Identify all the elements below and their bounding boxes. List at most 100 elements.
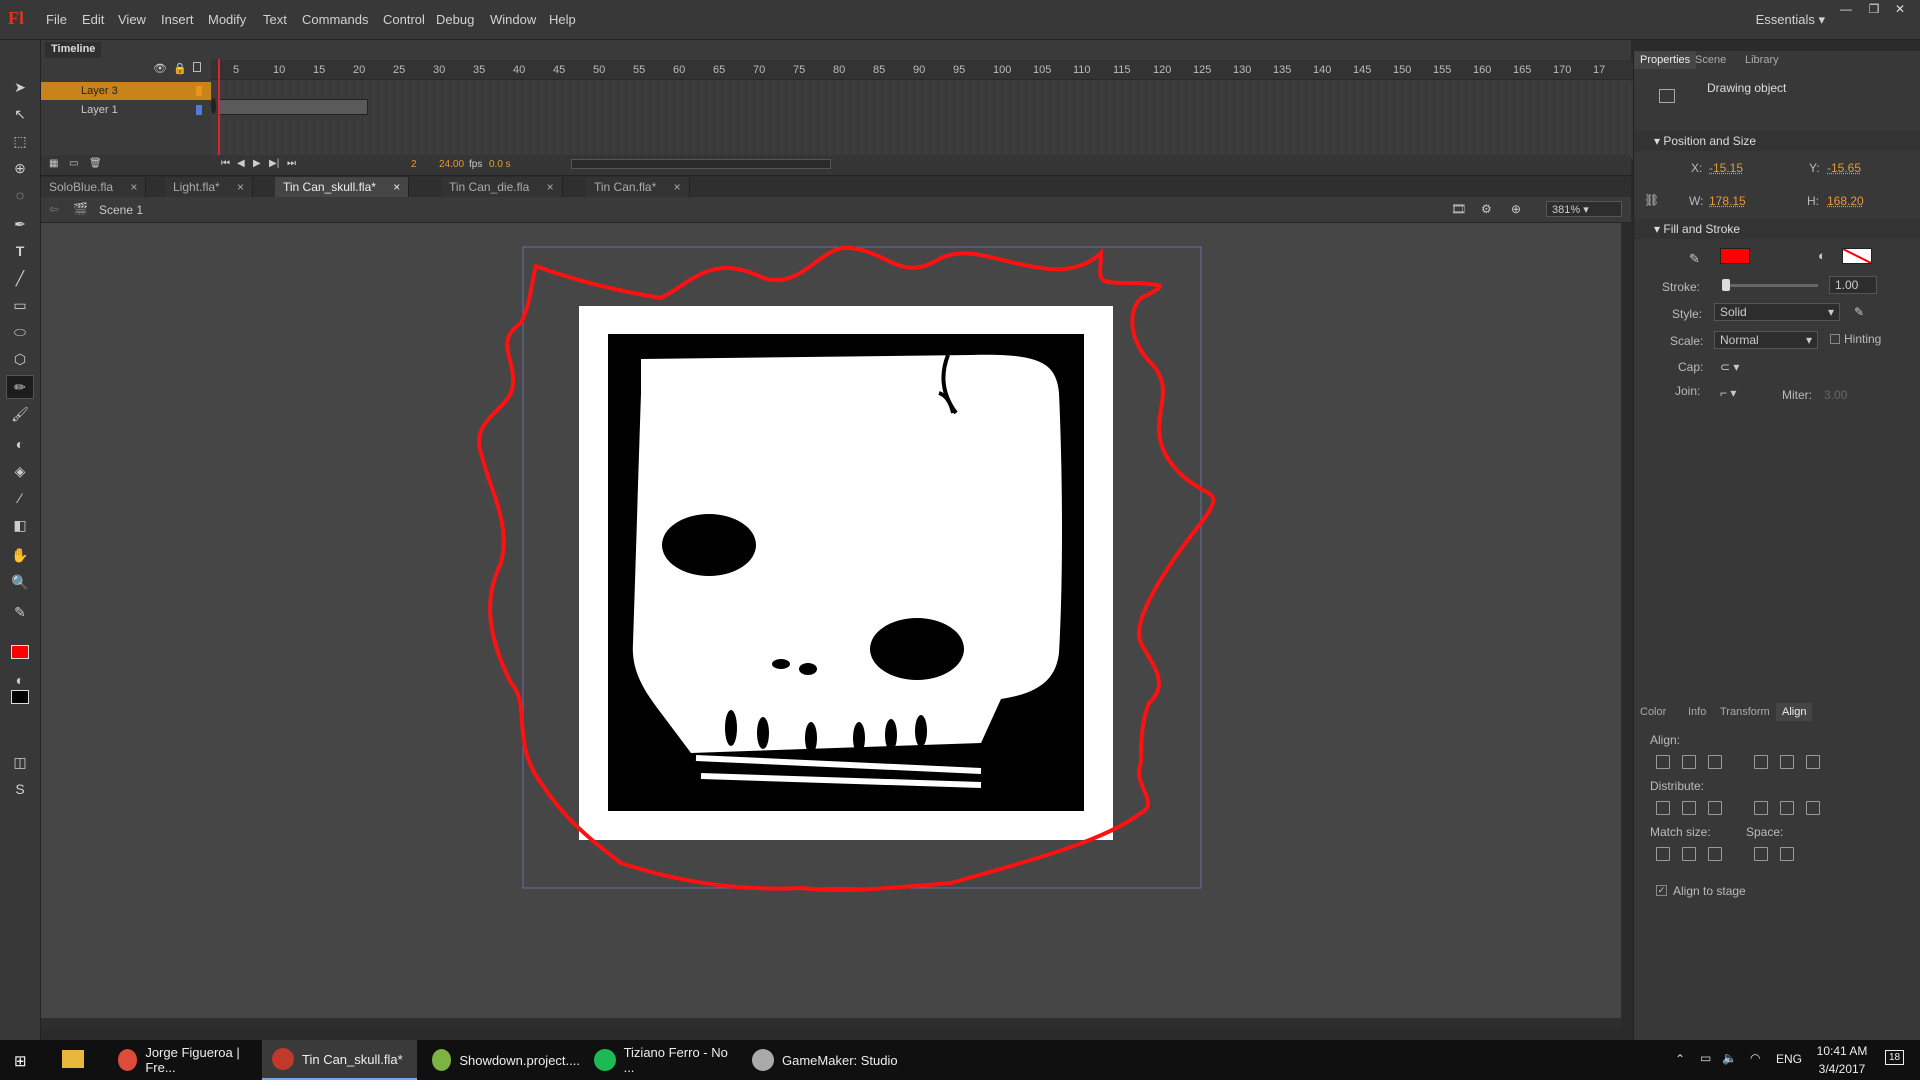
menu-view[interactable]: View (118, 12, 146, 27)
match-size-icon[interactable] (1656, 847, 1670, 861)
prev-frame-icon[interactable]: ◀ (237, 158, 245, 169)
hinting-checkbox[interactable] (1830, 334, 1840, 344)
clock-date[interactable]: 3/4/2017 (1812, 1062, 1872, 1076)
delete-layer-icon[interactable]: 🗑 (89, 158, 102, 169)
join-select-icon[interactable]: ⌐ ▾ (1720, 386, 1736, 400)
distribute-icon[interactable] (1780, 801, 1794, 815)
match-size-icon[interactable] (1754, 847, 1768, 861)
taskbar-app[interactable]: GameMaker: Studio (742, 1040, 902, 1080)
layer-row[interactable]: Layer 3 (41, 82, 211, 100)
object-drawing-icon[interactable]: ◫ (6, 750, 34, 774)
menu-help[interactable]: Help (549, 12, 576, 27)
document-tab[interactable]: Tin Can.fla* × (586, 177, 690, 197)
taskbar-app[interactable]: Tin Can_skull.fla* (262, 1040, 417, 1080)
scene-label[interactable]: Scene 1 (99, 203, 143, 217)
align-icon[interactable] (1656, 755, 1670, 769)
stroke-color-swatch[interactable] (1720, 248, 1750, 264)
menu-control[interactable]: Control (383, 12, 425, 27)
style-select[interactable]: Solid ▾ (1714, 303, 1840, 321)
cap-select-icon[interactable]: ⊂ ▾ (1720, 360, 1739, 374)
battery-icon[interactable]: ▭ (1700, 1051, 1711, 1065)
scale-select[interactable]: Normal ▾ (1714, 331, 1818, 349)
taskbar-app[interactable]: Tiziano Ferro - No ... (584, 1040, 740, 1080)
last-frame-icon[interactable]: ⏭ (287, 158, 296, 169)
text-tool-icon[interactable]: T (6, 239, 34, 263)
close-tab-icon[interactable]: × (670, 180, 681, 194)
first-frame-icon[interactable]: ⏮ (221, 158, 230, 169)
menu-modify[interactable]: Modify (208, 12, 246, 27)
paint-bucket-tool-icon[interactable]: ◐ (6, 432, 34, 456)
align-icon[interactable] (1780, 755, 1794, 769)
align-to-stage-checkbox[interactable]: ✓ (1656, 885, 1667, 896)
edit-stroke-style-icon[interactable]: ✎ (1854, 305, 1864, 319)
w-value[interactable]: 178.15 (1709, 194, 1746, 208)
stroke-color-swatch[interactable] (11, 645, 29, 659)
menu-debug[interactable]: Debug (436, 12, 474, 27)
position-section-header[interactable]: ▾ Position and Size (1634, 131, 1920, 151)
stage-area[interactable] (41, 223, 1621, 1028)
frame-ruler[interactable]: 5 10 15 20 25 30 35 40 45 50 55 60 65 70 75 80 85 90 95 100… (211, 60, 1656, 80)
fps-value[interactable]: 24.00 (439, 159, 464, 170)
document-tab[interactable]: Tin Can_die.fla × (441, 177, 563, 197)
timeline-scrollbar[interactable] (571, 159, 831, 169)
edit-scene-icon[interactable]: 🎞 (1451, 202, 1466, 216)
document-tab[interactable]: SoloBlue.fla × (41, 177, 147, 197)
time-value[interactable]: 0.0 s (489, 159, 511, 170)
volume-icon[interactable]: 🔈 (1722, 1051, 1737, 1065)
close-tab-icon[interactable]: × (543, 180, 554, 194)
horizontal-scrollbar[interactable] (41, 1018, 1621, 1028)
h-value[interactable]: 168.20 (1827, 194, 1864, 208)
play-icon[interactable]: ▶ (253, 158, 261, 169)
windows-start-icon[interactable]: ⊞ (14, 1052, 30, 1070)
stroke-input[interactable]: 1.00 (1829, 276, 1877, 294)
keyframe[interactable] (211, 98, 216, 114)
taskbar-app[interactable]: Showdown.project.... (422, 1040, 580, 1080)
brush-tool-icon[interactable]: 🖌 (6, 402, 34, 426)
edit-symbol-icon[interactable]: ⚙ (1481, 202, 1492, 216)
language-indicator[interactable]: ENG (1776, 1052, 1802, 1066)
new-folder-icon[interactable]: ▭ (69, 158, 78, 169)
panel-tab-color[interactable]: Color (1634, 703, 1672, 721)
layer-color-swatch[interactable] (196, 86, 202, 96)
next-frame-icon[interactable]: ▶| (269, 158, 279, 169)
stroke-slider-track[interactable] (1722, 284, 1818, 287)
oval-tool-icon[interactable]: ⬭ (6, 320, 34, 344)
align-icon[interactable] (1754, 755, 1768, 769)
miter-value[interactable]: 3.00 (1824, 388, 1847, 402)
match-size-icon[interactable] (1708, 847, 1722, 861)
zoom-tool-icon[interactable]: 🔍 (6, 570, 34, 594)
document-tab[interactable]: Light.fla* × (165, 177, 254, 197)
y-value[interactable]: -15.65 (1827, 161, 1861, 175)
close-button[interactable]: ✕ (1888, 2, 1912, 18)
stage-canvas[interactable] (41, 223, 1621, 1028)
align-icon[interactable] (1806, 755, 1820, 769)
pen-tool-icon[interactable]: ✒ (6, 212, 34, 236)
menu-text[interactable]: Text (263, 12, 287, 27)
menu-file[interactable]: File (46, 12, 67, 27)
distribute-icon[interactable] (1806, 801, 1820, 815)
menu-edit[interactable]: Edit (82, 12, 104, 27)
new-layer-icon[interactable]: ▦ (49, 158, 58, 169)
ink-bottle-tool-icon[interactable]: ◈ (6, 459, 34, 483)
clock-time[interactable]: 10:41 AM (1812, 1044, 1872, 1058)
lock-icon[interactable]: 🔒 (173, 62, 187, 75)
close-tab-icon[interactable]: × (390, 180, 400, 194)
menu-insert[interactable]: Insert (161, 12, 194, 27)
smooth-icon[interactable]: S (6, 777, 34, 801)
layer-row[interactable]: Layer 1 (41, 101, 211, 119)
hand-tool-icon[interactable]: ✋ (6, 543, 34, 567)
selection-tool-icon[interactable]: ➤ (6, 75, 34, 99)
document-tab[interactable]: Tin Can_skull.fla* × (275, 177, 410, 197)
center-stage-icon[interactable]: ⊕ (1511, 202, 1521, 216)
free-transform-tool-icon[interactable]: ⬚ (6, 129, 34, 153)
minimize-button[interactable]: — (1834, 2, 1858, 18)
fill-section-header[interactable]: ▾ Fill and Stroke (1634, 219, 1920, 239)
panel-tab-transform[interactable]: Transform (1714, 703, 1776, 721)
notifications-icon[interactable]: 18 (1885, 1050, 1905, 1065)
frame-span[interactable] (218, 99, 368, 115)
file-explorer-icon[interactable] (62, 1050, 84, 1068)
wifi-icon[interactable]: ◠ (1750, 1051, 1760, 1065)
frames-grid[interactable] (211, 81, 1656, 159)
eye-icon[interactable]: 👁 (153, 62, 167, 75)
x-value[interactable]: -15.15 (1709, 161, 1743, 175)
